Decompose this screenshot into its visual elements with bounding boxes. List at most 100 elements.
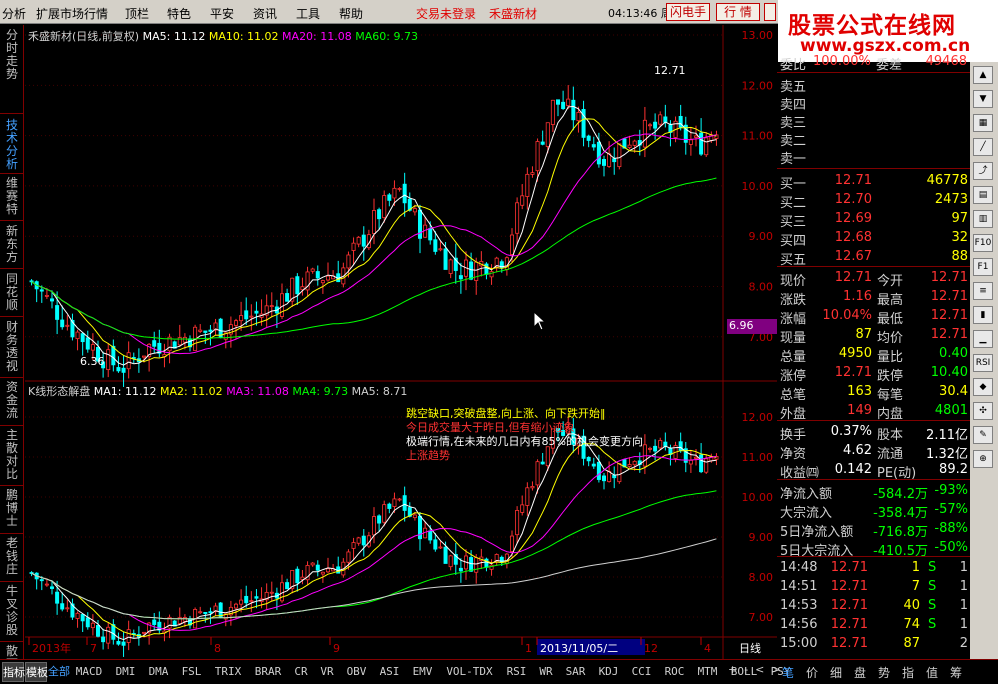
- main-candle: [325, 275, 330, 281]
- indicator-tab-wr[interactable]: WR: [535, 662, 557, 682]
- flow-label: 净流入额: [780, 487, 833, 502]
- indicator-candle: [591, 463, 596, 467]
- menu-pingan[interactable]: 平安: [210, 5, 234, 22]
- indicator-tab-模板[interactable]: 模板: [25, 662, 48, 682]
- indicator-tab-kdj[interactable]: KDJ: [594, 662, 623, 682]
- menu-scroll-button[interactable]: [764, 3, 776, 21]
- tool-trend-icon[interactable]: ⤴: [973, 162, 993, 180]
- indicator-tab-sar[interactable]: SAR: [561, 662, 590, 682]
- indicator-tab-cci[interactable]: CCI: [627, 662, 656, 682]
- indicator-tab-macd[interactable]: MACD: [71, 662, 107, 682]
- tab-weisaite[interactable]: 维赛特: [4, 177, 20, 216]
- zoom-controls[interactable]: + - < >: [728, 663, 781, 676]
- indicator-tab-rsi[interactable]: RSI: [502, 662, 531, 682]
- tool-f1-icon[interactable]: F1: [973, 258, 993, 276]
- indicator-tab-指标[interactable]: 指标: [2, 662, 25, 682]
- indicator-candle: [525, 487, 530, 506]
- indicator-tab-cr[interactable]: CR: [290, 662, 312, 682]
- tool-bars-icon[interactable]: ▮: [973, 306, 993, 324]
- detail-tab-3[interactable]: 盘: [854, 664, 866, 681]
- main-candle: [458, 275, 463, 280]
- indicator-tab-dma[interactable]: DMA: [144, 662, 173, 682]
- tab-laoqianzhuang[interactable]: 老钱庄: [4, 537, 20, 576]
- tab-intraday[interactable]: 分时走势: [4, 29, 20, 81]
- tool-zoom-icon[interactable]: ⊕: [973, 450, 993, 468]
- tab-niucha[interactable]: 牛叉诊股: [4, 585, 20, 637]
- tab-tonghuashun[interactable]: 同花顺: [4, 273, 20, 312]
- pattern-note-2: 今日成交量大于昨日,但有缩小迹象: [406, 421, 575, 434]
- tick-side: S: [928, 579, 937, 594]
- detail-tab-6[interactable]: 值: [926, 664, 938, 681]
- tab-main-retail[interactable]: 主散对比: [4, 429, 20, 481]
- trade-login-status[interactable]: 交易未登录: [416, 5, 476, 22]
- menu-analysis[interactable]: 分析: [2, 5, 26, 22]
- tick-count: 2: [959, 636, 968, 651]
- tool-arrows-icon[interactable]: ✣: [973, 402, 993, 420]
- tool-line-icon[interactable]: ╱: [973, 138, 993, 156]
- indicator-candle: [515, 510, 520, 536]
- detail-tab-2[interactable]: 细: [830, 664, 842, 681]
- indicator-tab-brar[interactable]: BRAR: [250, 662, 286, 682]
- indicator-tab-mtm[interactable]: MTM: [693, 662, 722, 682]
- menu-news[interactable]: 资讯: [253, 5, 277, 22]
- main-candle: [351, 242, 356, 251]
- tab-xindongfang[interactable]: 新东方: [4, 225, 20, 264]
- indicator-candle: [85, 617, 90, 628]
- stat-label: 总笔: [780, 388, 807, 403]
- detail-tab-5[interactable]: 指: [902, 664, 914, 681]
- tab-pengboshi[interactable]: 鹏博士: [4, 489, 20, 528]
- tool-table-icon[interactable]: ▥: [973, 210, 993, 228]
- tool-rsi-icon[interactable]: RSI: [973, 354, 993, 372]
- sell-level-label: 卖五: [780, 80, 807, 95]
- menu-special[interactable]: 特色: [167, 5, 191, 22]
- flash-trade-button[interactable]: 闪电手: [666, 3, 710, 21]
- tool-down-icon[interactable]: ▼: [973, 90, 993, 108]
- order-ratio-label: 委比: [780, 58, 807, 73]
- menu-help[interactable]: 帮助: [339, 5, 363, 22]
- tool-grid-icon[interactable]: ▤: [973, 186, 993, 204]
- left-vertical-tabs: 分时走势 技术分析 维赛特 新东方 同花顺 财务透视 资金流 主散对比 鹏博士 …: [0, 25, 24, 671]
- indicator-tab-roc[interactable]: ROC: [660, 662, 689, 682]
- tab-technical-analysis[interactable]: 技术分析: [4, 119, 20, 171]
- tool-diamond-icon[interactable]: ◆: [973, 378, 993, 396]
- indicator-tab-vr[interactable]: VR: [316, 662, 338, 682]
- x-axis-label: 4: [704, 642, 711, 655]
- tool-pen-icon[interactable]: ✎: [973, 426, 993, 444]
- indicator-tab-asi[interactable]: ASI: [375, 662, 404, 682]
- tool-vol-icon[interactable]: ▁: [973, 330, 993, 348]
- tool-f10-icon[interactable]: F10: [973, 234, 993, 252]
- menu-extended-market[interactable]: 扩展市场行情: [36, 5, 108, 22]
- stat-value: 87: [855, 327, 872, 342]
- sell-level-label: 卖四: [780, 98, 807, 113]
- indicator-candle: [285, 582, 290, 590]
- chart-area[interactable]: 13.0012.0011.0010.009.008.007.00 12.0011…: [25, 25, 777, 659]
- tool-up-icon[interactable]: ▲: [973, 66, 993, 84]
- main-candle: [44, 295, 49, 297]
- tool-list-icon[interactable]: ≡: [973, 282, 993, 300]
- quote-button[interactable]: 行 情: [716, 3, 760, 21]
- menu-topbar[interactable]: 顶栏: [125, 5, 149, 22]
- indicator-tab-emv[interactable]: EMV: [408, 662, 437, 682]
- detail-tab-7[interactable]: 筹: [950, 664, 962, 681]
- detail-tab-1[interactable]: 价: [806, 664, 818, 681]
- indicator-tab-dmi[interactable]: DMI: [111, 662, 140, 682]
- menu-tools[interactable]: 工具: [296, 5, 320, 22]
- tab-fund-flow[interactable]: 资金流: [4, 381, 20, 420]
- indicator-tab-全部[interactable]: 全部: [48, 662, 70, 682]
- indicator-tab-trix[interactable]: TRIX: [210, 662, 246, 682]
- tool-chart-icon[interactable]: ▦: [973, 114, 993, 132]
- indicator-tab-fsl[interactable]: FSL: [177, 662, 206, 682]
- indicator-candle: [310, 562, 315, 566]
- indicator-chart-title: K线形态解盘 MA1: 11.12 MA2: 11.02 MA3: 11.08 …: [28, 385, 408, 398]
- main-candle: [55, 305, 60, 320]
- indicator-tab-obv[interactable]: OBV: [342, 662, 371, 682]
- detail-tab-0[interactable]: 笔: [782, 664, 794, 681]
- order-ratio-value: 100.00%: [813, 54, 871, 69]
- main-candle: [116, 367, 121, 372]
- detail-tab-4[interactable]: 势: [878, 664, 890, 681]
- main-candle: [106, 349, 111, 371]
- tab-financial[interactable]: 财务透视: [4, 321, 20, 373]
- main-candle: [540, 141, 545, 145]
- indicator-tab-vol-tdx[interactable]: VOL-TDX: [441, 662, 498, 682]
- main-candle: [586, 135, 591, 141]
